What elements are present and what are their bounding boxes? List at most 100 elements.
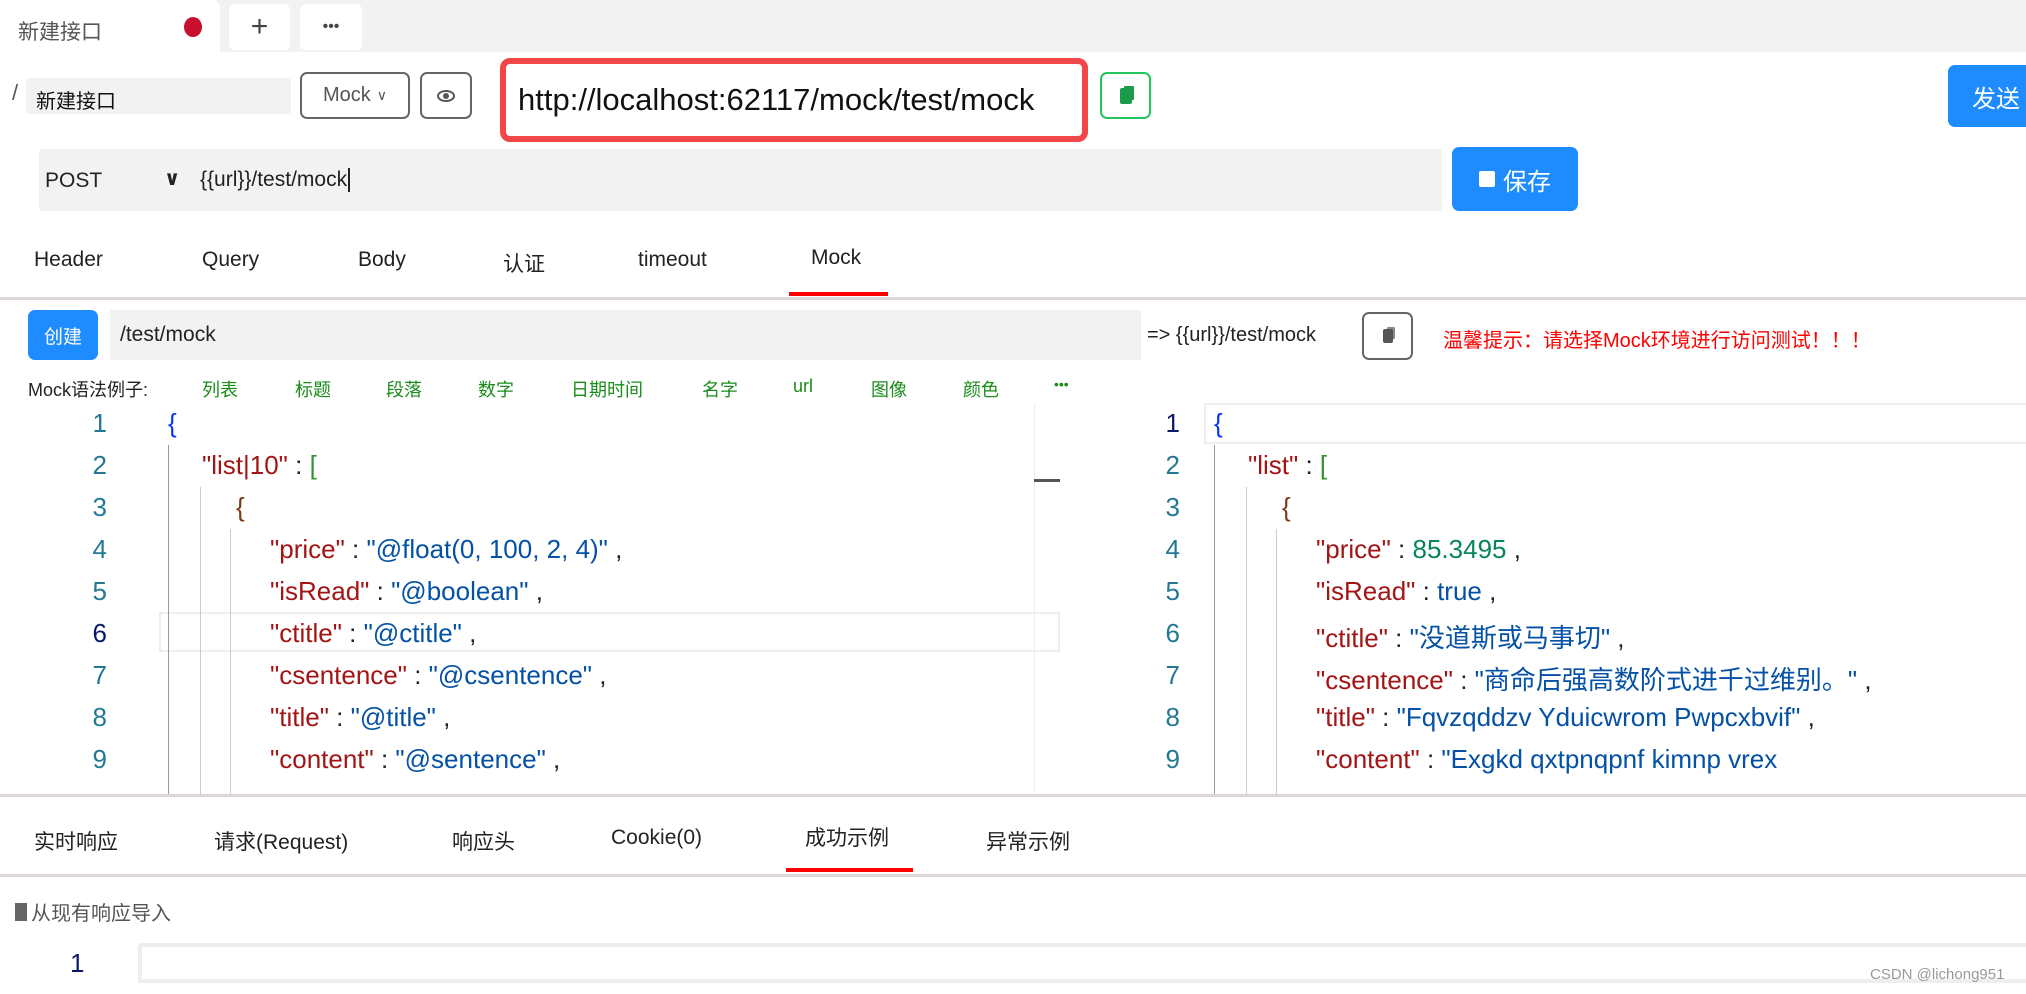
tab-query[interactable]: Query xyxy=(202,248,259,272)
response-tab[interactable]: 异常示例 xyxy=(986,826,1070,856)
save-button[interactable]: 保存 xyxy=(1452,147,1578,211)
code-token: : xyxy=(373,744,396,774)
line-number: 1 xyxy=(70,948,85,978)
code-token: { xyxy=(1214,408,1223,438)
code-token: "list|10" xyxy=(202,450,288,480)
line-number: 1 xyxy=(92,408,107,438)
active-tab-indicator xyxy=(789,292,888,296)
code-token: "isRead" xyxy=(1316,576,1416,606)
chevron-down-icon[interactable]: ∨ xyxy=(164,166,180,191)
watermark: CSDN @lichong951 xyxy=(1870,966,2005,983)
add-tab-button[interactable]: + xyxy=(229,4,290,50)
code-token: : xyxy=(287,450,310,480)
code-token: "Fqvzqddzv Yduicwrom Pwpcxbvif" xyxy=(1396,702,1801,732)
create-mock-button[interactable]: 创建 xyxy=(28,310,98,360)
response-tab[interactable]: Cookie(0) xyxy=(611,826,702,850)
code-token: "title" xyxy=(270,702,329,732)
mock-template-editor[interactable]: 1{2 "list|10" : [3{4 "price" : "@float(0, … xyxy=(0,403,1060,795)
code-token: , xyxy=(1481,576,1497,606)
mock-example-link[interactable]: 段落 xyxy=(386,376,422,402)
current-line-highlight xyxy=(1204,403,2026,444)
mock-preview-editor[interactable]: 1{2 "list" : [3{4 "price" : 85.3495 , 5 "isR… xyxy=(1100,403,2026,795)
code-token: : xyxy=(341,618,364,648)
code-line: "isRead" : true , xyxy=(1316,576,1496,607)
code-token: , xyxy=(592,660,607,690)
mock-example-link[interactable]: 颜色 xyxy=(963,376,999,402)
code-token: "csentence" xyxy=(270,660,407,690)
mock-example-link[interactable]: 数字 xyxy=(478,376,514,402)
line-number: 2 xyxy=(1165,450,1180,480)
code-token: "没道斯或马事切" xyxy=(1409,623,1611,653)
line-number: 2 xyxy=(92,450,107,480)
code-token: , xyxy=(545,744,561,774)
code-token: , xyxy=(1800,702,1815,732)
tab-mock[interactable]: Mock xyxy=(811,246,861,270)
code-token: "list" xyxy=(1248,450,1299,480)
code-token: , xyxy=(1610,623,1625,653)
example-editor[interactable] xyxy=(138,943,2026,983)
code-token: : xyxy=(344,534,367,564)
code-token: : xyxy=(406,660,429,690)
code-token: "ctitle" xyxy=(270,618,342,648)
scrollbar-thumb[interactable] xyxy=(1034,479,1060,482)
line-number: 4 xyxy=(92,534,107,564)
tab-auth[interactable]: 认证 xyxy=(503,248,545,278)
code-token: "title" xyxy=(1316,702,1375,732)
mock-example-link[interactable]: 日期时间 xyxy=(571,376,643,402)
mock-url-display[interactable]: http://localhost:62117/mock/test/mock xyxy=(500,58,1088,142)
code-token: "content" xyxy=(270,744,374,774)
response-tab[interactable]: 请求(Request) xyxy=(214,826,348,856)
tab-header[interactable]: Header xyxy=(34,248,103,272)
code-token: "@ctitle" xyxy=(363,618,462,648)
code-token: , xyxy=(1506,534,1521,564)
response-tab[interactable]: 成功示例 xyxy=(805,822,889,852)
import-from-response-button[interactable]: 从现有响应导入 xyxy=(15,897,171,926)
copy-path-button[interactable] xyxy=(1362,312,1413,360)
code-token: { xyxy=(1282,492,1291,522)
code-token: : xyxy=(1298,450,1320,480)
line-number: 8 xyxy=(1165,702,1180,732)
code-token: , xyxy=(607,534,623,564)
mock-example-link[interactable]: 列表 xyxy=(202,376,238,402)
editor-scrollbar[interactable] xyxy=(1034,403,1035,795)
divider xyxy=(0,794,2026,797)
code-token: "isRead" xyxy=(270,576,370,606)
code-token: { xyxy=(168,408,177,438)
mock-example-link[interactable]: ••• xyxy=(1054,376,1069,392)
tab-timeout[interactable]: timeout xyxy=(638,248,707,272)
tab-body[interactable]: Body xyxy=(358,248,406,272)
mock-path-input[interactable]: /test/mock xyxy=(110,310,1141,360)
line-number: 9 xyxy=(92,744,107,774)
copy-icon xyxy=(1119,87,1132,104)
line-number: 3 xyxy=(92,492,107,522)
code-token: 85.3495 xyxy=(1412,534,1507,564)
response-tab[interactable]: 实时响应 xyxy=(34,826,118,856)
code-token: : xyxy=(1390,534,1413,564)
code-token: "商命后强高数阶式进千过维别。" xyxy=(1474,665,1858,695)
mock-example-link[interactable]: 标题 xyxy=(295,376,331,402)
line-number: 1 xyxy=(1165,408,1180,438)
code-token: "price" xyxy=(270,534,345,564)
send-button[interactable]: 发送 xyxy=(1948,65,2026,127)
response-tab[interactable]: 响应头 xyxy=(452,826,515,856)
line-number: 7 xyxy=(92,660,107,690)
line-number: 4 xyxy=(1165,534,1180,564)
line-number: 5 xyxy=(1165,576,1180,606)
code-token: true xyxy=(1437,576,1482,606)
code-token: , xyxy=(435,702,451,732)
code-token: "@csentence" xyxy=(428,660,593,690)
env-select[interactable]: Mock ∨ xyxy=(300,72,410,119)
copy-url-button[interactable] xyxy=(1100,72,1151,119)
code-token: "@title" xyxy=(350,702,436,732)
api-name-input[interactable]: 新建接口 xyxy=(26,78,291,114)
code-line: { xyxy=(168,408,177,439)
url-input[interactable]: {{url}}/test/mock xyxy=(200,168,351,192)
tip-text: 温馨提示：请选择Mock环境进行访问测试！！！ xyxy=(1443,330,1871,352)
mock-example-link[interactable]: url xyxy=(793,376,813,397)
mock-example-link[interactable]: 名字 xyxy=(702,376,738,402)
resolved-url: => {{url}}/test/mock xyxy=(1147,324,1316,346)
preview-button[interactable] xyxy=(420,72,472,119)
more-tabs-button[interactable]: ••• xyxy=(300,4,362,50)
mock-example-link[interactable]: 图像 xyxy=(871,376,907,402)
method-select[interactable]: POST xyxy=(45,169,102,193)
